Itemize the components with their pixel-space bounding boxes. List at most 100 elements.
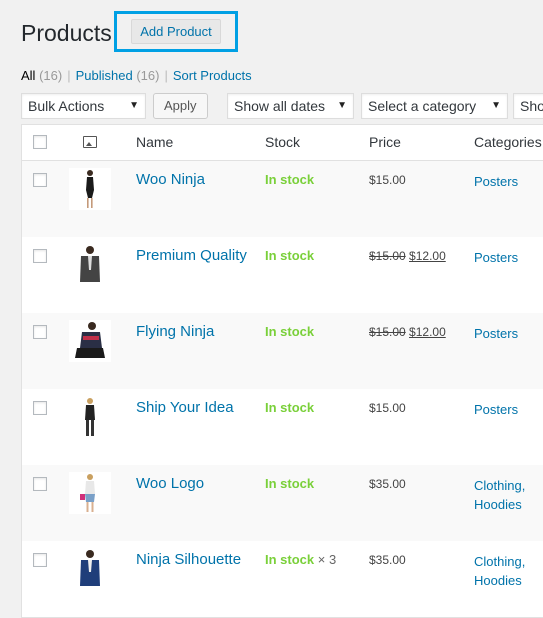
column-stock: Stock xyxy=(265,134,301,150)
sale-price: $12.00 xyxy=(409,325,446,339)
categories: Posters xyxy=(474,248,518,267)
stock-label: In stock xyxy=(265,248,315,263)
category-filter-select[interactable]: Select a category ▼ xyxy=(361,93,508,119)
man-sitting-figure-icon xyxy=(75,322,105,358)
view-published-count: (16) xyxy=(136,68,160,83)
stock-status: In stock xyxy=(265,248,314,263)
category-link[interactable]: Posters xyxy=(474,324,518,343)
man-suit-figure-icon xyxy=(80,550,100,586)
man-figure-icon xyxy=(80,246,100,282)
row-checkbox[interactable] xyxy=(33,249,47,263)
stock-label: In stock xyxy=(265,476,315,491)
sort-products-link[interactable]: Sort Products xyxy=(173,68,252,83)
product-thumbnail[interactable] xyxy=(69,548,111,590)
table-row: Flying Ninja In stock $15.00 $12.00 Post… xyxy=(22,313,543,389)
regular-price: $15.00 xyxy=(369,173,406,187)
row-checkbox[interactable] xyxy=(33,325,47,339)
dropdown-arrow-icon: ▼ xyxy=(491,100,501,111)
date-filter-select[interactable]: Show all dates ▼ xyxy=(227,93,354,119)
product-name-link[interactable]: Ninja Silhouette xyxy=(136,551,241,568)
category-filter-value: Select a category xyxy=(368,98,477,114)
view-published-label: Published xyxy=(75,68,133,83)
price: $35.00 xyxy=(369,553,406,567)
product-thumbnail[interactable] xyxy=(69,396,111,438)
stock-status: In stock xyxy=(265,172,314,187)
view-all-link[interactable]: All xyxy=(21,68,35,83)
category-link[interactable]: Hoodies xyxy=(474,495,525,514)
bulk-actions-select[interactable]: Bulk Actions ▼ xyxy=(21,93,146,119)
product-type-filter-value: Sho xyxy=(520,98,543,114)
regular-price: $35.00 xyxy=(369,477,406,491)
categories: Clothing, Hoodies xyxy=(474,552,525,590)
product-thumbnail[interactable] xyxy=(69,168,111,210)
stock-label: In stock xyxy=(265,324,315,339)
page-title: Products xyxy=(21,19,112,46)
product-name-link[interactable]: Ship Your Idea xyxy=(136,399,234,416)
stock-status: In stock × 3 xyxy=(265,552,336,567)
categories: Posters xyxy=(474,400,518,419)
bulk-actions-value: Bulk Actions xyxy=(28,98,105,114)
view-filters: All (16) | Published (16) | Sort Products xyxy=(21,68,252,83)
apply-button[interactable]: Apply xyxy=(153,93,208,119)
price: $15.00 $12.00 xyxy=(369,249,446,263)
products-table: Name Stock Price Categories Woo Ninja In… xyxy=(21,124,543,618)
stock-label: In stock xyxy=(265,400,315,415)
table-row: Premium Quality In stock $15.00 $12.00 P… xyxy=(22,237,543,313)
column-name[interactable]: Name xyxy=(136,125,173,160)
product-name-link[interactable]: Woo Logo xyxy=(136,475,204,492)
product-name-link[interactable]: Flying Ninja xyxy=(136,323,214,340)
date-filter-value: Show all dates xyxy=(234,98,326,114)
stock-status: In stock xyxy=(265,476,314,491)
table-row: Woo Ninja In stock $15.00 Posters xyxy=(22,161,543,237)
category-link[interactable]: Posters xyxy=(474,172,518,191)
page-header: Products xyxy=(21,18,112,48)
separator: | xyxy=(164,68,168,83)
regular-price: $15.00 xyxy=(369,325,406,339)
category-link[interactable]: Posters xyxy=(474,248,518,267)
price: $15.00 xyxy=(369,173,406,187)
row-checkbox[interactable] xyxy=(33,477,47,491)
stock-status: In stock xyxy=(265,324,314,339)
table-row: Woo Logo In stock $35.00 Clothing, Hoodi… xyxy=(22,465,543,541)
product-thumbnail[interactable] xyxy=(69,244,111,286)
categories: Clothing, Hoodies xyxy=(474,476,525,514)
dropdown-arrow-icon: ▼ xyxy=(337,100,347,111)
categories: Posters xyxy=(474,172,518,191)
stock-label: In stock xyxy=(265,552,315,567)
image-icon xyxy=(83,136,97,148)
woman-figure-icon xyxy=(85,398,95,436)
product-type-filter-select[interactable]: Sho xyxy=(513,93,543,119)
category-link[interactable]: Clothing, xyxy=(474,476,525,495)
row-checkbox[interactable] xyxy=(33,173,47,187)
stock-label: In stock xyxy=(265,172,315,187)
regular-price: $35.00 xyxy=(369,553,406,567)
table-nav: Bulk Actions ▼ Apply Show all dates ▼ Se… xyxy=(21,93,543,121)
product-name-link[interactable]: Woo Ninja xyxy=(136,171,205,188)
price: $15.00 $12.00 xyxy=(369,325,446,339)
add-product-button[interactable]: Add Product xyxy=(131,19,221,44)
product-name-link[interactable]: Premium Quality xyxy=(136,247,247,264)
table-row: Ship Your Idea In stock $15.00 Posters xyxy=(22,389,543,465)
price: $35.00 xyxy=(369,477,406,491)
sale-price: $12.00 xyxy=(409,249,446,263)
table-header: Name Stock Price Categories xyxy=(22,125,543,161)
view-all-count: (16) xyxy=(39,68,63,83)
product-thumbnail[interactable] xyxy=(69,472,111,514)
row-checkbox[interactable] xyxy=(33,553,47,567)
column-categories: Categories xyxy=(474,134,542,150)
view-all-label: All xyxy=(21,68,36,83)
woman-figure-icon xyxy=(80,474,95,512)
dropdown-arrow-icon: ▼ xyxy=(129,100,139,111)
category-link[interactable]: Hoodies xyxy=(474,571,525,590)
category-link[interactable]: Posters xyxy=(474,400,518,419)
row-checkbox[interactable] xyxy=(33,401,47,415)
price: $15.00 xyxy=(369,401,406,415)
add-product-highlight: Add Product xyxy=(114,11,238,52)
stock-status: In stock xyxy=(265,400,314,415)
column-price[interactable]: Price xyxy=(369,125,401,160)
category-link[interactable]: Clothing, xyxy=(474,552,525,571)
select-all-checkbox[interactable] xyxy=(33,135,47,149)
product-thumbnail[interactable] xyxy=(69,320,111,362)
woman-figure-icon xyxy=(86,170,94,208)
view-published-link[interactable]: Published xyxy=(76,68,133,83)
